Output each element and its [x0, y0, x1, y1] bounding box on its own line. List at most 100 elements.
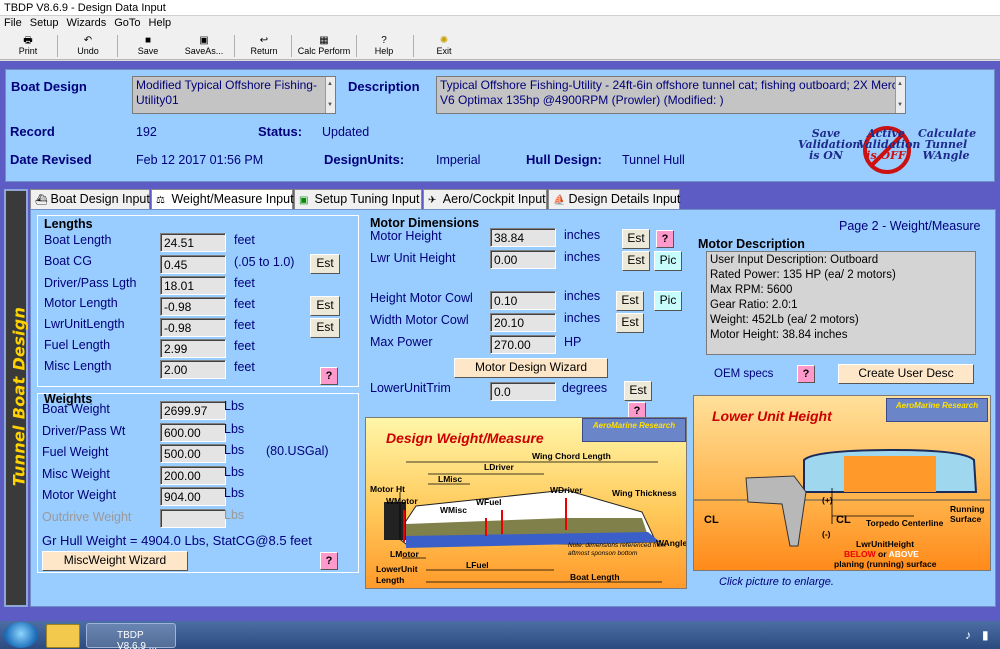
boat-cg-est-button[interactable]: Est [310, 254, 340, 274]
motor-design-wizard-button[interactable]: Motor Design Wizard [454, 358, 608, 378]
lower-unit-height-diagram[interactable]: Lower Unit Height AeroMarine Research (+… [693, 395, 991, 571]
save-validation-badge[interactable]: Save Validation is ON [798, 128, 860, 174]
height-motor-cowl-est-button[interactable]: Est [616, 291, 644, 311]
motor-height-field[interactable]: 38.84 [490, 228, 556, 247]
gross-hull-weight-summary: Gr Hull Weight = 4904.0 Lbs, StatCG@8.5 … [42, 533, 312, 548]
oem-specs-help-button[interactable]: ? [797, 365, 815, 383]
misc-length-field[interactable]: 2.00 [160, 360, 226, 379]
scrollbar[interactable] [895, 77, 905, 113]
fuel-length-label: Fuel Length [44, 338, 111, 352]
menu-goto[interactable]: GoTo [110, 16, 144, 30]
unit-label: Lbs [224, 465, 245, 479]
return-button[interactable]: ↩ Return [242, 32, 286, 60]
height-motor-cowl-label: Height Motor Cowl [370, 291, 473, 305]
fuel-length-field[interactable]: 2.99 [160, 339, 226, 358]
motor-length-est-button[interactable]: Est [310, 296, 340, 316]
lwr-unit-height-field[interactable]: 0.00 [490, 250, 556, 269]
save-button[interactable]: ■ Save [126, 32, 170, 60]
tab-strip: ⛴ Boat Design Input ⚖ Weight/Measure Inp… [30, 189, 1000, 210]
max-power-field[interactable]: 270.00 [490, 335, 556, 354]
weights-help-button[interactable]: ? [320, 552, 338, 570]
driver-pass-weight-field[interactable]: 600.00 [160, 423, 226, 442]
motor-height-help-button[interactable]: ? [656, 230, 674, 248]
width-motor-cowl-field[interactable]: 20.10 [490, 313, 556, 332]
lwr-unit-length-est-button[interactable]: Est [310, 318, 340, 338]
diagram-note: Note: dimensions referenced from aftmost… [568, 542, 666, 557]
menu-help[interactable]: Help [145, 16, 176, 30]
tab-weight-measure-input[interactable]: ⚖ Weight/Measure Input [151, 189, 294, 210]
motor-height-label: Motor Height [370, 229, 442, 243]
height-motor-cowl-field[interactable]: 0.10 [490, 291, 556, 310]
height-motor-cowl-pic-button[interactable]: Pic [654, 291, 682, 311]
menu-wizards[interactable]: Wizards [62, 16, 110, 30]
boat-length-field[interactable]: 24.51 [160, 233, 226, 252]
lwr-unit-length-field[interactable]: -0.98 [160, 318, 226, 337]
lower-unit-trim-field[interactable]: 0.0 [490, 382, 556, 401]
calculate-wangle-badge[interactable]: Calculate Tunnel WAngle [918, 128, 976, 174]
boat-length-label: Boat Length [44, 233, 112, 247]
torpedo-centerline-label: Torpedo Centerline [866, 518, 944, 528]
driver-pass-weight-label: Driver/Pass Wt [42, 424, 126, 438]
save-as-icon: ▣ [199, 35, 209, 46]
unit-label: (.05 to 1.0) [234, 255, 295, 269]
tab-boat-design-input[interactable]: ⛴ Boat Design Input [30, 189, 150, 209]
design-weight-measure-diagram[interactable]: Design Weight/Measure AeroMarine Researc… [365, 417, 687, 589]
weights-group: Weights Boat Weight 2699.97 Lbs Driver/P… [37, 392, 359, 573]
motor-description-field[interactable]: User Input Description: Outboard Rated P… [706, 251, 976, 355]
tab-aero-cockpit-input[interactable]: ✈ Aero/Cockpit Input [423, 189, 547, 209]
taskbar-app-button[interactable]: TBDP V8.6.9 ... [86, 623, 176, 649]
boat-cg-field[interactable]: 0.45 [160, 255, 226, 274]
record-value: 192 [136, 125, 157, 139]
unit-label: HP [564, 335, 582, 349]
description-field[interactable]: Typical Offshore Fishing-Utility - 24ft-… [436, 76, 906, 114]
undo-button[interactable]: ↶ Undo [66, 32, 110, 60]
boat-weight-field[interactable]: 2699.97 [160, 401, 226, 420]
misc-length-label: Misc Length [44, 359, 112, 373]
hull-design-value: Tunnel Hull [622, 153, 685, 167]
menu-file[interactable]: File [0, 16, 26, 30]
fuel-weight-label: Fuel Weight [42, 445, 109, 459]
driver-pass-length-field[interactable]: 18.01 [160, 276, 226, 295]
scrollbar[interactable] [325, 77, 335, 113]
motor-height-est-button[interactable]: Est [622, 229, 650, 249]
save-as-button[interactable]: ▣ SaveAs... [178, 32, 230, 60]
lwr-unit-height-est-button[interactable]: Est [622, 251, 650, 271]
exit-button[interactable]: ✺ Exit [422, 32, 466, 60]
sidebar-title: Tunnel Boat Design [9, 306, 29, 487]
sidebar-banner: Tunnel Boat Design [4, 189, 29, 607]
calc-perform-button[interactable]: ▦ Calc Perform [295, 32, 353, 60]
start-button[interactable] [4, 622, 38, 648]
motor-length-field[interactable]: -0.98 [160, 297, 226, 316]
help-button[interactable]: ? Help [362, 32, 406, 60]
fuel-weight-field[interactable]: 500.00 [160, 444, 226, 463]
exit-icon: ✺ [439, 35, 449, 46]
unit-label: Lbs [224, 399, 245, 413]
minus-label: (-) [822, 529, 831, 539]
lower-unit-drawing [694, 448, 990, 547]
wmotor-label: WMotor [386, 496, 418, 506]
lwr-unit-height-pic-button[interactable]: Pic [654, 251, 682, 271]
width-motor-cowl-est-button[interactable]: Est [616, 313, 644, 333]
motor-weight-field[interactable]: 904.00 [160, 487, 226, 506]
boat-design-field[interactable]: Modified Typical Offshore Fishing-Utilit… [132, 76, 336, 114]
print-button[interactable]: 🖶 Print [6, 32, 50, 60]
tab-design-details-input[interactable]: ⛵ Design Details Input [548, 189, 680, 209]
boat-design-label: Boat Design [11, 79, 87, 94]
running-surface-label: Running Surface [950, 504, 985, 524]
status-value: Updated [322, 125, 370, 139]
calc-icon: ▦ [319, 35, 329, 46]
misc-weight-wizard-button[interactable]: MiscWeight Wizard [42, 551, 188, 571]
network-icon[interactable]: ▮ [982, 628, 989, 642]
boat-length-diagram-label: Boat Length [570, 572, 620, 582]
active-validation-badge[interactable]: Active Validation is OFF [858, 126, 920, 174]
lower-unit-trim-est-button[interactable]: Est [624, 381, 652, 401]
misc-weight-field[interactable]: 200.00 [160, 466, 226, 485]
folder-icon[interactable] [46, 624, 80, 648]
menu-setup[interactable]: Setup [26, 16, 63, 30]
tab-setup-tuning-input[interactable]: ▣ Setup Tuning Input [294, 189, 422, 209]
volume-icon[interactable]: ♪ [965, 628, 971, 642]
create-user-desc-button[interactable]: Create User Desc [838, 364, 974, 384]
lengths-help-button[interactable]: ? [320, 367, 338, 385]
click-to-enlarge-caption: Click picture to enlarge. [719, 576, 834, 588]
aero-icon: ✈ [428, 195, 437, 206]
